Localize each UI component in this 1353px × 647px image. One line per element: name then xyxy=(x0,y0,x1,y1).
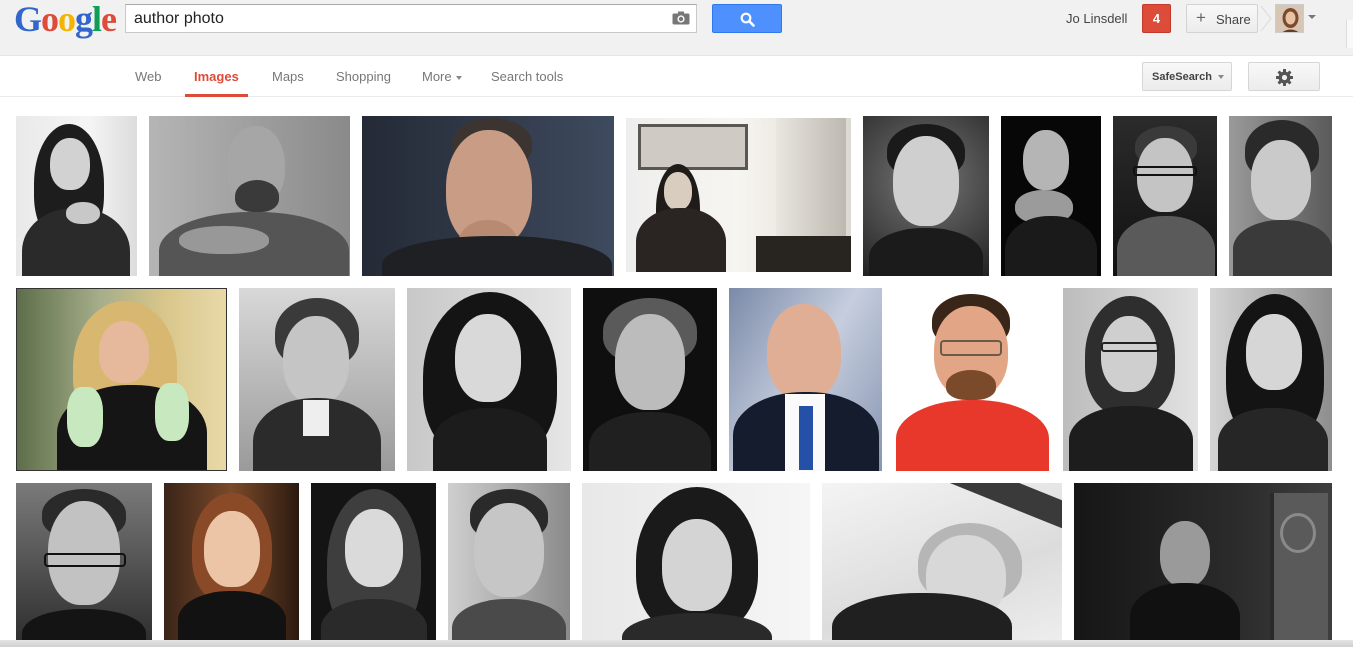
gear-icon xyxy=(1276,69,1293,86)
avatar-photo xyxy=(1276,5,1303,32)
tab-images[interactable]: Images xyxy=(194,69,239,84)
logo-letter: l xyxy=(92,0,102,39)
magnifier-icon xyxy=(740,12,755,27)
top-bar: Google Jo Linsdell 4 + Share xyxy=(0,0,1353,56)
image-result[interactable] xyxy=(1074,483,1332,643)
share-label: Share xyxy=(1216,12,1251,27)
image-result[interactable] xyxy=(894,288,1051,471)
image-result[interactable] xyxy=(362,116,614,276)
share-button[interactable]: + Share xyxy=(1186,4,1258,33)
logo-letter: g xyxy=(75,0,93,39)
image-result[interactable] xyxy=(239,288,395,471)
safesearch-button[interactable]: SafeSearch xyxy=(1142,62,1232,91)
tab-more-label: More xyxy=(422,69,452,84)
tab-shopping[interactable]: Shopping xyxy=(336,69,391,84)
tab-search-tools[interactable]: Search tools xyxy=(491,69,563,84)
logo-letter: o xyxy=(41,0,59,39)
image-result[interactable] xyxy=(311,483,436,643)
notification-badge[interactable]: 4 xyxy=(1142,4,1171,33)
image-result[interactable] xyxy=(729,288,882,471)
image-result[interactable] xyxy=(1001,116,1101,276)
scrollbar[interactable] xyxy=(1346,20,1353,48)
image-result[interactable] xyxy=(149,116,350,276)
image-result[interactable] xyxy=(583,288,717,471)
image-result[interactable] xyxy=(863,116,989,276)
safesearch-label: SafeSearch xyxy=(1152,71,1212,83)
image-result[interactable] xyxy=(626,118,851,272)
image-result[interactable] xyxy=(407,288,571,471)
image-result[interactable] xyxy=(448,483,570,643)
share-arrow-icon xyxy=(1260,5,1272,32)
google-logo[interactable]: Google xyxy=(14,0,117,39)
image-result[interactable] xyxy=(16,116,137,276)
image-result[interactable] xyxy=(164,483,299,643)
search-nav: Web Images Maps Shopping More Search too… xyxy=(0,57,1353,97)
image-result[interactable] xyxy=(16,288,227,471)
logo-letter: e xyxy=(101,0,117,39)
account-dropdown-icon[interactable] xyxy=(1308,15,1316,19)
search-input[interactable] xyxy=(134,5,654,32)
chevron-down-icon xyxy=(455,75,462,80)
image-result[interactable] xyxy=(1063,288,1198,471)
plus-icon: + xyxy=(1196,8,1206,27)
search-button[interactable] xyxy=(712,4,782,33)
image-result[interactable] xyxy=(1229,116,1332,276)
image-result[interactable] xyxy=(1210,288,1332,471)
tab-more[interactable]: More xyxy=(422,69,462,84)
page-bottom-edge xyxy=(0,640,1353,647)
chevron-down-icon xyxy=(1218,75,1224,79)
avatar[interactable] xyxy=(1275,4,1304,33)
tab-maps[interactable]: Maps xyxy=(272,69,304,84)
camera-icon[interactable] xyxy=(672,11,690,25)
user-name-link[interactable]: Jo Linsdell xyxy=(1066,11,1127,26)
active-tab-indicator xyxy=(185,94,248,97)
image-result[interactable] xyxy=(822,483,1062,643)
search-box xyxy=(125,4,697,33)
logo-letter: o xyxy=(58,0,76,39)
settings-button[interactable] xyxy=(1248,62,1320,91)
image-result[interactable] xyxy=(1113,116,1217,276)
image-result[interactable] xyxy=(16,483,152,643)
logo-letter: G xyxy=(14,0,42,39)
image-result[interactable] xyxy=(582,483,810,643)
tab-web[interactable]: Web xyxy=(135,69,162,84)
